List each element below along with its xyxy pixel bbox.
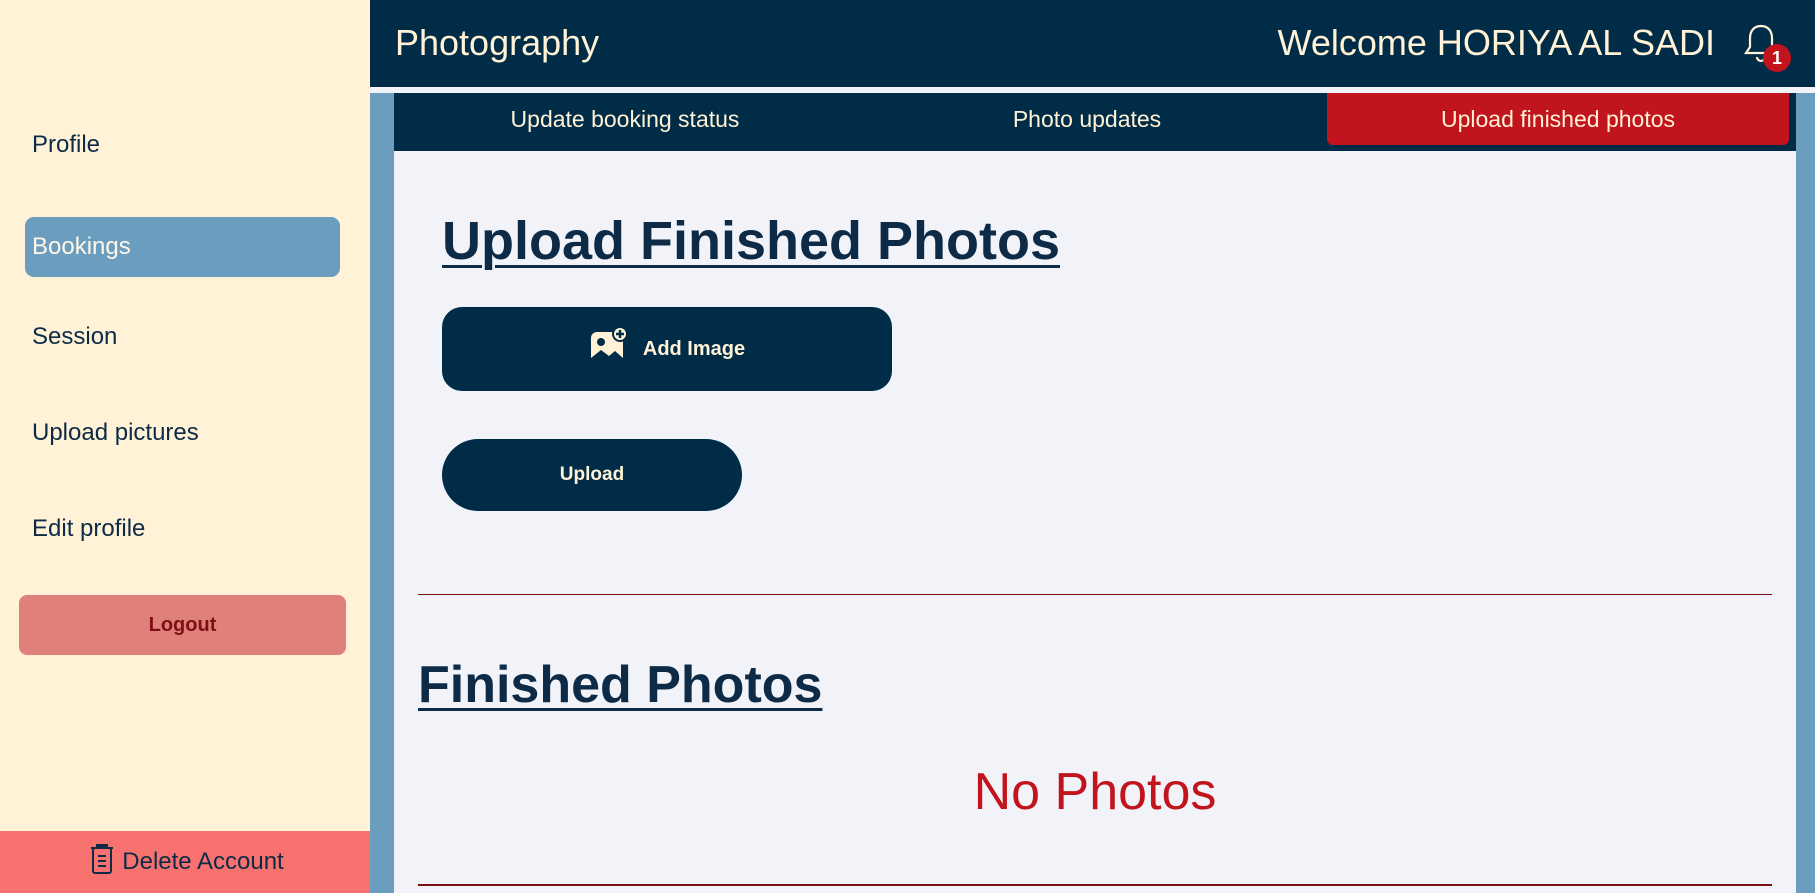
trash-icon <box>86 842 118 883</box>
upload-button[interactable]: Upload <box>442 439 742 511</box>
tab-update-booking-status[interactable]: Update booking status <box>394 93 856 145</box>
tab-photo-updates[interactable]: Photo updates <box>856 93 1318 145</box>
tab-bar: Update booking status Photo updates Uplo… <box>394 93 1796 151</box>
bottom-divider <box>418 884 1772 886</box>
delete-account-button[interactable]: Delete Account <box>0 831 370 893</box>
finished-photos-heading: Finished Photos <box>418 656 823 714</box>
tab-upload-finished-photos[interactable]: Upload finished photos <box>1327 93 1789 145</box>
notifications-button[interactable]: 1 <box>1741 22 1791 72</box>
section-divider <box>418 594 1772 595</box>
add-image-button[interactable]: Add Image <box>442 307 892 391</box>
sidebar-item-upload-pictures[interactable]: Upload pictures <box>25 403 340 463</box>
delete-account-label: Delete Account <box>122 848 284 875</box>
add-image-label: Add Image <box>642 337 746 360</box>
sidebar-item-edit-profile[interactable]: Edit profile <box>25 499 340 559</box>
welcome-text: Welcome HORIYA AL SADI <box>1277 22 1715 63</box>
sidebar-item-bookings[interactable]: Bookings <box>25 217 340 277</box>
upload-section-heading: Upload Finished Photos <box>442 211 1060 271</box>
sidebar-item-session[interactable]: Session <box>25 307 340 367</box>
empty-state-text: No Photos <box>973 763 1217 821</box>
app-title: Photography <box>395 22 600 63</box>
logout-button[interactable]: Logout <box>19 595 346 655</box>
notification-badge: 1 <box>1763 44 1791 72</box>
sidebar: Profile Bookings Session Upload pictures… <box>0 0 370 893</box>
add-image-icon <box>589 326 629 372</box>
top-bar: Photography Welcome HORIYA AL SADI 1 <box>370 0 1815 90</box>
sidebar-item-profile[interactable]: Profile <box>25 115 340 175</box>
